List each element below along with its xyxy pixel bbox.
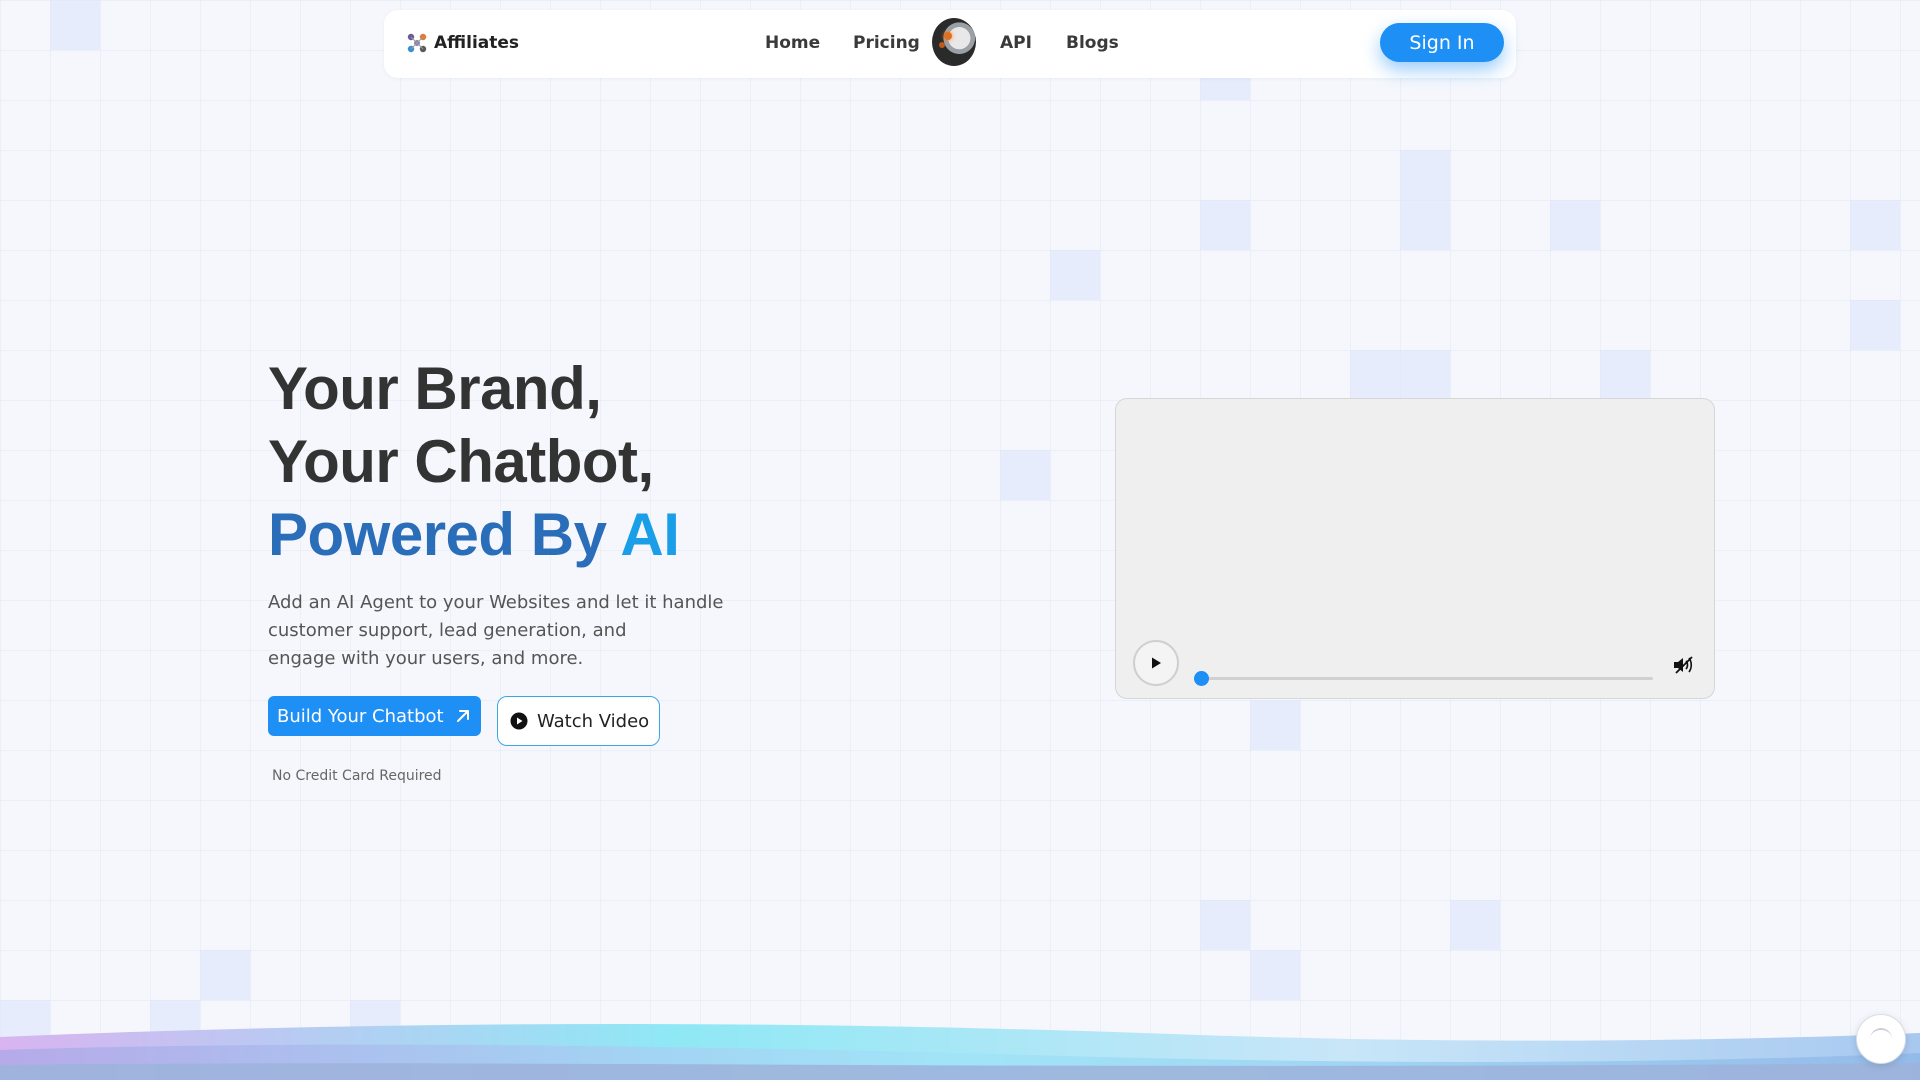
background-tile xyxy=(1400,350,1450,400)
watch-video-label: Watch Video xyxy=(537,710,650,732)
navbar: Affiliates Home Pricing API Blogs Sign I… xyxy=(384,10,1516,78)
background-tile xyxy=(1350,350,1400,400)
nav-link-api[interactable]: API xyxy=(1000,33,1032,53)
brand-link[interactable]: Affiliates xyxy=(406,32,519,54)
nav-link-pricing[interactable]: Pricing xyxy=(853,33,920,53)
nav-link-blogs[interactable]: Blogs xyxy=(1066,33,1119,53)
nav-link-home[interactable]: Home xyxy=(765,33,820,53)
bottom-wave-decoration xyxy=(0,1023,1920,1080)
build-chatbot-button[interactable]: Build Your Chatbot xyxy=(268,696,481,736)
watch-video-button[interactable]: Watch Video xyxy=(497,696,660,746)
background-tile xyxy=(1400,150,1450,200)
avatar-eye xyxy=(944,32,952,40)
hero-subtitle-line: engage with your users, and more. xyxy=(268,648,584,669)
play-icon xyxy=(1152,657,1161,669)
hero-ai-text: AI xyxy=(620,501,680,568)
background-tile xyxy=(1250,700,1300,750)
video-play-button[interactable] xyxy=(1133,640,1179,686)
background-tile xyxy=(1000,450,1050,500)
background-tile xyxy=(1450,900,1500,950)
background-tile xyxy=(1400,200,1450,250)
background-tile xyxy=(1250,950,1300,1000)
hero-subtitle-line: customer support, lead generation, and xyxy=(268,620,627,641)
no-credit-card-note: No Credit Card Required xyxy=(272,768,442,784)
background-tile xyxy=(1850,300,1900,350)
background-tile xyxy=(1200,900,1250,950)
background-tile xyxy=(50,0,100,50)
affiliates-logo-icon xyxy=(407,33,427,53)
background-tile xyxy=(1600,350,1650,400)
background-tile xyxy=(200,950,250,1000)
hero-heading-line-3: Powered By AI xyxy=(268,498,768,571)
chat-loading-icon xyxy=(1870,1028,1892,1050)
video-progress-thumb[interactable] xyxy=(1194,671,1209,686)
background-tile xyxy=(1550,200,1600,250)
video-progress-track[interactable] xyxy=(1201,677,1653,680)
play-circle-icon xyxy=(510,712,528,730)
background-tile xyxy=(1200,200,1250,250)
avatar-eye xyxy=(939,42,945,48)
build-chatbot-label: Build Your Chatbot xyxy=(277,705,444,727)
background-tile xyxy=(1850,200,1900,250)
robot-avatar[interactable] xyxy=(932,18,976,66)
sign-in-button[interactable]: Sign In xyxy=(1380,23,1504,62)
hero-section: Your Brand, Your Chatbot, Powered By AI … xyxy=(268,352,768,784)
hero-heading-line-2: Your Chatbot, xyxy=(268,428,654,495)
hero-subtitle: Add an AI Agent to your Websites and let… xyxy=(268,589,768,673)
hero-subtitle-line: Add an AI Agent to your Websites and let… xyxy=(268,592,724,613)
background-tile xyxy=(1050,250,1100,300)
mute-icon[interactable] xyxy=(1672,655,1694,675)
hero-heading: Your Brand, Your Chatbot, Powered By AI xyxy=(268,352,768,571)
chat-widget-button[interactable] xyxy=(1856,1014,1906,1064)
hero-heading-line-1: Your Brand, xyxy=(268,355,602,422)
hero-powered-text: Powered By xyxy=(268,501,621,568)
arrow-up-right-icon xyxy=(456,710,469,722)
brand-name: Affiliates xyxy=(434,33,520,53)
video-player[interactable] xyxy=(1115,398,1715,699)
